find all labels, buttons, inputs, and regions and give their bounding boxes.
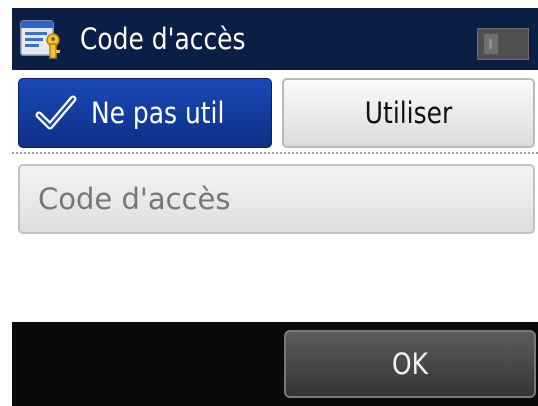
screen-border	[0, 0, 12, 406]
help-icon	[484, 34, 498, 54]
help-button[interactable]	[477, 28, 529, 60]
password-settings-icon	[20, 18, 64, 60]
do-not-use-label: Ne pas util	[91, 96, 225, 130]
page-title: Code d'accès	[80, 22, 246, 56]
use-label: Utiliser	[364, 96, 453, 130]
ok-button[interactable]: OK	[284, 330, 536, 398]
do-not-use-button[interactable]: Ne pas util	[18, 78, 272, 148]
ok-label: OK	[392, 347, 428, 381]
printer-screen: Code d'accès Ne pas util Utiliser OK	[0, 0, 538, 406]
password-input[interactable]	[18, 164, 535, 234]
footer-bar: OK	[12, 322, 538, 406]
use-button[interactable]: Utiliser	[282, 78, 535, 148]
checkmark-icon	[35, 93, 77, 133]
header-bar: Code d'accès	[12, 8, 538, 70]
divider	[12, 152, 538, 154]
password-toggle-group: Ne pas util Utiliser	[12, 70, 538, 154]
